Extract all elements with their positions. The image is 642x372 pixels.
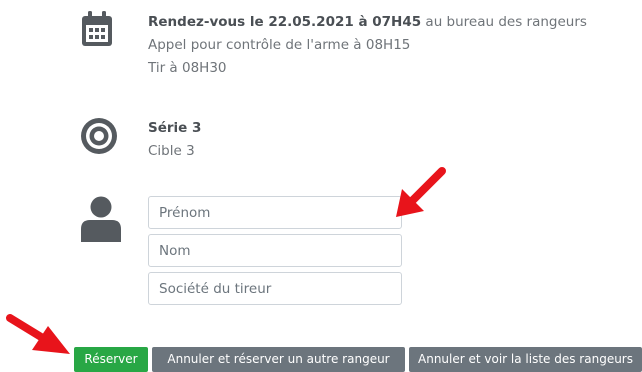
nom-input[interactable] (148, 234, 402, 267)
arrow-icon (6, 314, 70, 354)
rdv-line-2: Appel pour contrôle de l'arme à 08H15 (148, 37, 411, 53)
calendar-icon (82, 11, 112, 46)
annuler-voir-liste-button[interactable]: Annuler et voir la liste des rangeurs (409, 347, 642, 372)
societe-input[interactable] (148, 272, 402, 305)
rdv-datetime: Rendez-vous le 22.05.2021 à 07H45 (148, 14, 422, 30)
rdv-line-3: Tir à 08H30 (148, 60, 227, 76)
rdv-location: au bureau des rangeurs (421, 14, 587, 30)
prenom-input[interactable] (148, 196, 402, 229)
serie-cible: Cible 3 (148, 143, 195, 159)
user-icon (81, 196, 121, 242)
serie-title: Série 3 (148, 120, 202, 136)
target-icon (81, 118, 117, 154)
rdv-line-1: Rendez-vous le 22.05.2021 à 07H45 au bur… (148, 12, 587, 32)
annuler-autre-rangeur-button[interactable]: Annuler et réserver un autre rangeur (152, 347, 405, 372)
reserver-button[interactable]: Réserver (74, 347, 148, 372)
